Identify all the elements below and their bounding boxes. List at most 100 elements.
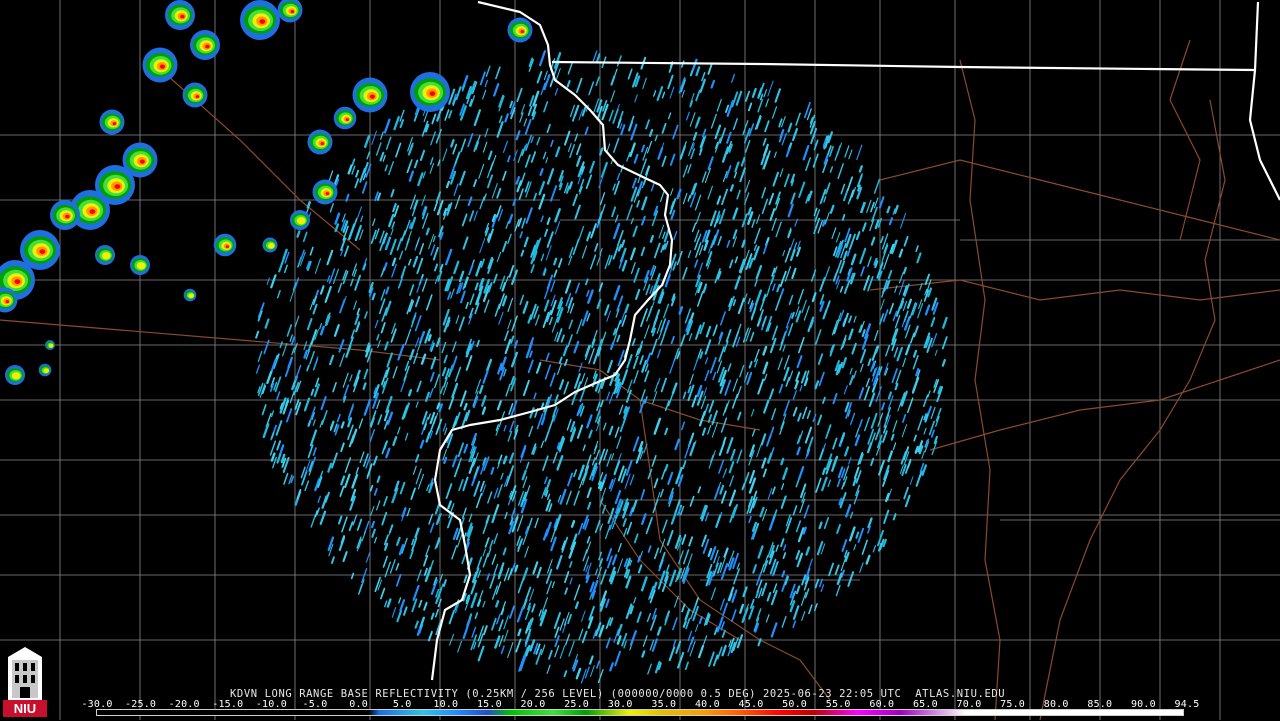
clear-air-echo xyxy=(546,123,551,134)
clear-air-echo xyxy=(640,576,648,592)
clear-air-echo xyxy=(689,374,694,385)
clear-air-echo xyxy=(677,550,684,565)
clear-air-echo xyxy=(621,259,628,272)
clear-air-echo xyxy=(538,193,546,210)
clear-air-echo xyxy=(485,514,490,525)
clear-air-echo xyxy=(863,385,871,401)
clear-air-echo xyxy=(763,89,768,98)
clear-air-echo xyxy=(724,400,730,413)
clear-air-echo xyxy=(891,368,898,384)
clear-air-echo xyxy=(554,207,561,223)
clear-air-echo xyxy=(712,372,717,381)
clear-air-echo xyxy=(633,153,639,164)
clear-air-echo xyxy=(565,490,572,505)
clear-air-echo xyxy=(261,404,267,416)
clear-air-echo xyxy=(880,236,884,244)
clear-air-echo xyxy=(817,353,824,365)
clear-air-echo xyxy=(510,351,519,368)
clear-air-echo xyxy=(411,598,418,613)
clear-air-echo xyxy=(657,581,662,590)
clear-air-echo xyxy=(915,245,919,253)
clear-air-echo xyxy=(766,591,772,602)
clear-air-echo xyxy=(399,481,406,495)
clear-air-echo xyxy=(761,582,768,597)
clear-air-echo xyxy=(924,304,931,316)
clear-air-echo xyxy=(606,143,611,152)
clear-air-echo xyxy=(309,246,314,256)
clear-air-echo xyxy=(581,610,586,622)
clear-air-echo xyxy=(494,635,501,649)
clear-air-echo xyxy=(719,127,727,144)
clear-air-echo xyxy=(673,230,678,240)
reflectivity-colorbar xyxy=(96,709,1184,716)
clear-air-echo xyxy=(715,514,722,528)
clear-air-echo xyxy=(465,355,473,371)
clear-air-echo xyxy=(352,514,358,526)
clear-air-echo xyxy=(782,326,789,341)
clear-air-echo xyxy=(645,283,651,296)
clear-air-echo xyxy=(419,243,425,255)
clear-air-echo xyxy=(348,223,356,241)
clear-air-echo xyxy=(588,429,593,439)
clear-air-echo xyxy=(546,664,551,675)
clear-air-echo xyxy=(487,547,492,558)
clear-air-echo xyxy=(719,598,725,611)
clear-air-echo xyxy=(679,145,687,160)
clear-air-echo xyxy=(653,90,657,97)
clear-air-echo xyxy=(484,79,489,88)
storm-cell-core xyxy=(520,30,525,34)
clear-air-echo xyxy=(594,242,599,252)
clear-air-echo xyxy=(687,163,692,174)
clear-air-echo xyxy=(910,332,915,344)
clear-air-echo xyxy=(843,189,849,202)
clear-air-echo xyxy=(498,619,504,632)
niu-tower-logo-icon: NIU xyxy=(3,645,47,717)
clear-air-echo xyxy=(482,553,489,568)
clear-air-echo xyxy=(353,217,358,227)
clear-air-echo xyxy=(475,260,483,277)
clear-air-echo xyxy=(691,58,698,71)
clear-air-echo xyxy=(662,327,668,337)
clear-air-echo xyxy=(507,155,511,163)
clear-air-echo xyxy=(483,299,490,313)
clear-air-echo xyxy=(595,660,601,669)
clear-air-echo xyxy=(525,461,530,470)
clear-air-echo xyxy=(661,155,667,167)
clear-air-echo xyxy=(629,142,636,158)
clear-air-echo xyxy=(622,518,627,527)
clear-air-echo xyxy=(601,331,607,343)
clear-air-echo xyxy=(536,136,541,146)
clear-air-echo xyxy=(902,300,908,312)
clear-air-echo xyxy=(429,163,435,174)
clear-air-echo xyxy=(589,655,594,665)
clear-air-echo xyxy=(423,601,428,611)
clear-air-echo xyxy=(285,408,293,423)
clear-air-echo xyxy=(415,401,419,408)
clear-air-echo xyxy=(720,490,727,504)
clear-air-echo xyxy=(569,577,573,585)
clear-air-echo xyxy=(473,179,478,188)
clear-air-echo xyxy=(428,513,434,525)
clear-air-echo xyxy=(484,128,489,138)
clear-air-echo xyxy=(569,303,575,314)
clear-air-echo xyxy=(699,321,705,335)
clear-air-echo xyxy=(656,349,661,359)
clear-air-echo xyxy=(616,623,623,636)
clear-air-echo xyxy=(930,317,936,327)
clear-air-echo xyxy=(496,187,502,199)
clear-air-echo xyxy=(414,295,421,308)
clear-air-echo xyxy=(852,477,857,487)
clear-air-echo xyxy=(904,494,911,508)
clear-air-echo xyxy=(587,501,592,510)
clear-air-echo xyxy=(553,257,558,266)
clear-air-echo xyxy=(681,603,686,613)
clear-air-echo xyxy=(553,612,561,629)
clear-air-echo xyxy=(649,234,654,243)
clear-air-echo xyxy=(444,248,453,266)
clear-air-echo xyxy=(340,535,346,544)
clear-air-echo xyxy=(716,195,722,205)
clear-air-echo xyxy=(855,531,860,539)
clear-air-echo xyxy=(755,590,760,599)
clear-air-echo xyxy=(839,285,844,293)
clear-air-echo xyxy=(608,425,614,436)
